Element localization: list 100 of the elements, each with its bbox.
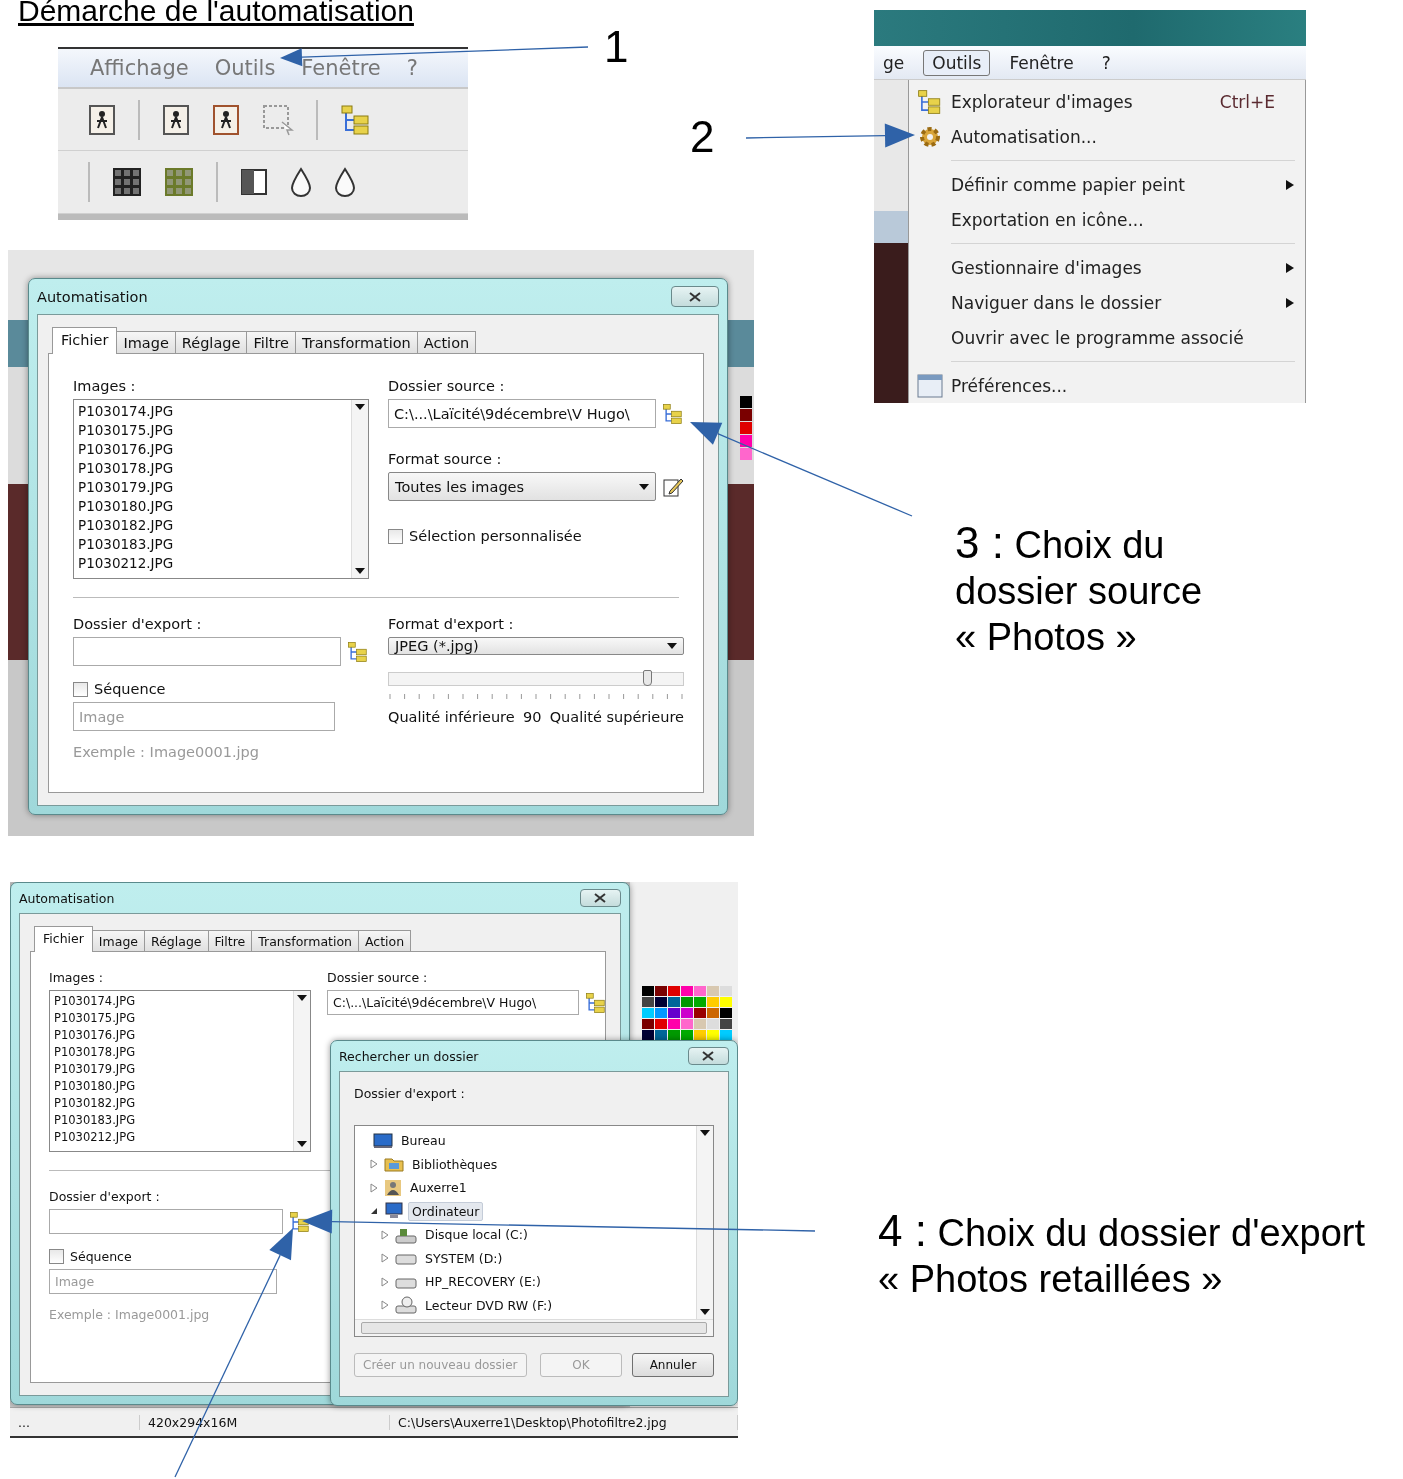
collapsed-arrow-icon[interactable] [370,1159,378,1170]
list-item[interactable]: P1030175.JPG [54,1010,289,1027]
folder-tree-icon[interactable] [340,103,372,136]
tab[interactable]: Image [91,930,145,951]
callout-text: 4 : Choix du dossier d'export « Photos retaillées » [878,1208,1366,1302]
menu-item[interactable]: ge [874,49,914,76]
checkbox[interactable] [73,681,88,697]
tree-item[interactable]: Bibliothèques [408,1154,502,1174]
tab[interactable]: Action [416,331,477,353]
list-item[interactable]: P1030212.JPG [78,554,347,573]
tree-item[interactable]: HP_RECOVERY (E:) [421,1272,545,1292]
quality-slider[interactable] [388,672,684,686]
tab[interactable]: Fichier [52,327,118,354]
list-item[interactable]: P1030178.JPG [78,459,347,478]
tab[interactable]: Filtre [207,930,253,951]
close-button[interactable] [687,1046,729,1066]
collapsed-arrow-icon[interactable] [381,1276,389,1287]
list-item[interactable]: P1030175.JPG [78,421,347,440]
tree-item[interactable]: SYSTEM (D:) [421,1248,507,1268]
tab[interactable]: Transformation [295,331,418,353]
drop-icon[interactable] [290,167,312,198]
list-item[interactable]: P1030176.JPG [78,440,347,459]
list-item[interactable]: P1030179.JPG [78,478,347,497]
menu-item[interactable]: Outils [923,49,991,76]
image-list[interactable]: P1030174.JPG P1030175.JPG P1030176.JPG P1030178.JPG P1030179.JPG P1030180.JPG P1030182.JPG P1030183.JPG P1030212.JPG [73,399,369,579]
menu-item[interactable]: ? [1092,49,1120,76]
tree-item[interactable]: Ordinateur [408,1201,484,1221]
checkbox[interactable] [388,528,403,544]
menu-entry[interactable]: Définir comme papier peint [909,167,1305,202]
close-button[interactable] [671,285,719,308]
drop-icon[interactable] [334,167,356,198]
menu-entry[interactable]: Préférences... [909,368,1305,403]
scrollbar[interactable] [696,1126,713,1319]
collapsed-arrow-icon[interactable] [381,1300,389,1311]
dialog-button[interactable]: Annuler [632,1353,714,1377]
tree-item[interactable]: Bureau [397,1131,450,1151]
folder-tree-icon[interactable] [662,402,684,425]
menu-item[interactable]: ? [406,55,418,80]
list-item[interactable]: P1030182.JPG [78,516,347,535]
checkbox[interactable] [49,1249,64,1264]
collapsed-arrow-icon[interactable] [370,1182,378,1193]
tree-item[interactable]: Lecteur DVD RW (F:) [421,1295,557,1315]
menu-entry[interactable]: Gestionnaire d'images [909,250,1305,285]
list-item[interactable]: P1030182.JPG [54,1095,289,1112]
list-item[interactable]: P1030183.JPG [78,535,347,554]
list-item[interactable]: P1030179.JPG [54,1061,289,1078]
menu-entry[interactable]: Ouvrir avec le programme associé [909,320,1305,355]
tab[interactable]: Filtre [246,331,296,353]
picture-icon[interactable] [212,103,240,136]
list-item[interactable]: P1030174.JPG [54,993,289,1010]
list-item[interactable]: P1030180.JPG [54,1078,289,1095]
tab[interactable]: Transformation [251,930,359,951]
slider-thumb[interactable] [642,670,652,686]
list-item[interactable]: P1030183.JPG [54,1112,289,1129]
list-item[interactable]: P1030174.JPG [78,402,347,421]
expanded-arrow-icon[interactable] [370,1207,378,1216]
list-item[interactable]: P1030178.JPG [54,1044,289,1061]
grid-icon[interactable] [112,167,142,198]
collapsed-arrow-icon[interactable] [381,1253,389,1264]
checkbox-label: Séquence [94,681,166,697]
source-format-select[interactable]: Toutes les images [388,472,656,501]
tab[interactable]: Action [358,930,412,951]
scrollbar[interactable] [293,991,310,1151]
folder-tree[interactable]: Bureau Bibliothèques Auxerre1 Ordinateur Disque local (C:) SYSTEM (D:) HP_RECOVERY (E:) Lecteur DVD RW (F:) [354,1125,714,1337]
dropdown-arrow-icon [297,1141,307,1147]
export-format-select[interactable]: JPEG (*.jpg) [388,637,684,655]
tab[interactable]: Réglage [144,930,209,951]
picture-icon[interactable] [162,103,190,136]
list-item[interactable]: P1030212.JPG [54,1129,289,1146]
folder-tree-icon[interactable] [917,88,943,115]
scrollbar[interactable] [351,400,368,578]
collapsed-arrow-icon[interactable] [381,1229,389,1240]
selection-icon[interactable] [262,103,294,136]
menu-entry[interactable]: Naviguer dans le dossier [909,285,1305,320]
menu-entry[interactable]: Exportation en icône... [909,202,1305,237]
menu-entry[interactable]: Explorateur d'images Ctrl+E [909,84,1305,119]
list-item[interactable]: P1030180.JPG [78,497,347,516]
folder-tree-icon[interactable] [347,640,369,663]
menu-item[interactable]: Fenêtre [301,55,381,80]
tab[interactable]: Réglage [174,331,248,353]
tab[interactable]: Fichier [34,926,93,952]
close-button[interactable] [579,888,621,908]
menu-item[interactable]: Outils [214,55,276,80]
tab[interactable]: Image [116,331,176,353]
menu-entry[interactable]: Automatisation... [909,119,1305,154]
contrast-icon[interactable] [240,168,268,197]
scrollbar[interactable] [355,1319,713,1336]
export-folder-field[interactable] [73,637,341,666]
tree-item[interactable]: Auxerre1 [406,1178,471,1198]
folder-tree-icon[interactable] [585,991,607,1014]
picture-icon[interactable] [88,103,116,136]
folder-tree-icon[interactable] [289,1210,311,1233]
source-folder-field[interactable]: C:\...\Laïcité\9décembre\V Hugo\ [388,399,656,428]
menu-item[interactable]: Affichage [90,55,189,80]
export-folder-field[interactable] [49,1209,283,1234]
tree-item[interactable]: Disque local (C:) [421,1225,532,1245]
menu-item[interactable]: Fenêtre [1000,49,1083,76]
image-list[interactable]: P1030174.JPG P1030175.JPG P1030176.JPG P1030178.JPG P1030179.JPG P1030180.JPG P1030182.JPG P1030183.JPG P1030212.JPG [49,990,311,1152]
source-folder-field[interactable]: C:\...\Laïcité\9décembre\V Hugo\ [327,990,579,1015]
list-item[interactable]: P1030176.JPG [54,1027,289,1044]
